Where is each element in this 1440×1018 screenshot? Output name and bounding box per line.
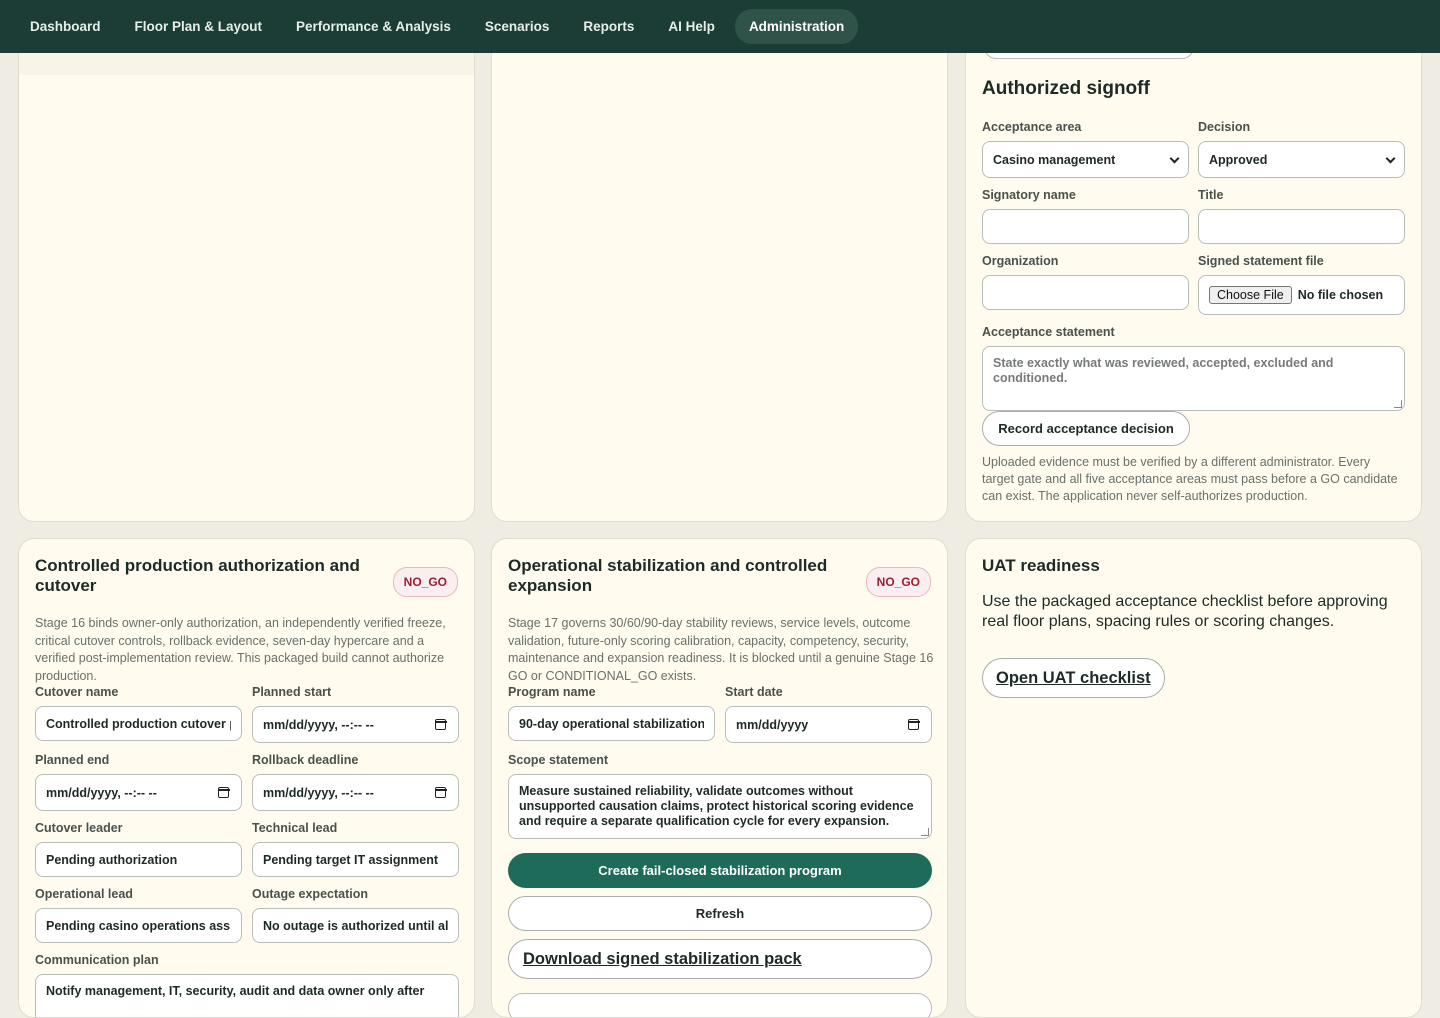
planned-start-label: Planned start <box>252 685 332 699</box>
resize-handle-icon[interactable] <box>1394 400 1402 408</box>
signatory-input[interactable] <box>982 209 1189 244</box>
rollback-deadline-label: Rollback deadline <box>252 753 359 767</box>
calendar-icon[interactable] <box>907 718 920 730</box>
statement-textarea[interactable]: State exactly what was reviewed, accepte… <box>982 346 1405 411</box>
communication-plan-label: Communication plan <box>35 953 159 967</box>
uat-card: UAT readiness Use the packaged acceptanc… <box>965 538 1422 1018</box>
uat-text: Use the packaged acceptance checklist be… <box>982 593 1388 630</box>
decision-label: Decision <box>1198 120 1251 134</box>
file-input[interactable]: Choose File No file chosen <box>1198 275 1405 315</box>
stabilization-status-badge: NO_GO <box>865 567 931 597</box>
scope-statement-textarea[interactable]: Measure sustained reliability, validate … <box>508 774 932 839</box>
stabilization-card: Operational stabilization and controlled… <box>491 538 948 1018</box>
start-date-input[interactable]: mm/dd/yyyy <box>725 706 932 743</box>
outage-expectation-input[interactable]: No outage is authorized until all <box>252 908 459 943</box>
download-pack-link[interactable]: Download signed stabilization pack <box>508 939 932 979</box>
calendar-icon[interactable] <box>434 718 447 730</box>
cutover-status-badge: NO_GO <box>392 567 458 597</box>
outage-expectation-label: Outage expectation <box>252 887 368 901</box>
nav-floor-plan[interactable]: Floor Plan & Layout <box>121 9 277 44</box>
start-date-label: Start date <box>725 685 783 699</box>
nav-ai-help[interactable]: AI Help <box>654 9 729 44</box>
planned-end-label: Planned end <box>35 753 110 767</box>
program-name-label: Program name <box>508 685 596 699</box>
acceptance-area-label: Acceptance area <box>982 120 1082 134</box>
blank-card-left <box>18 20 475 522</box>
title-label: Title <box>1198 188 1224 202</box>
signatory-label: Signatory name <box>982 188 1076 202</box>
resize-handle-icon[interactable] <box>921 828 929 836</box>
technical-lead-label: Technical lead <box>252 821 338 835</box>
nav-dashboard[interactable]: Dashboard <box>16 9 115 44</box>
acceptance-area-select[interactable]: Casino management <box>982 141 1189 178</box>
signoff-note: Uploaded evidence must be verified by a … <box>982 455 1398 503</box>
cutover-name-input[interactable]: Controlled production cutover p <box>35 706 242 741</box>
top-nav: Dashboard Floor Plan & Layout Performanc… <box>0 0 1440 53</box>
calendar-icon[interactable] <box>217 786 230 798</box>
cutover-description: Stage 16 binds owner-only authorization,… <box>35 616 446 683</box>
record-acceptance-button[interactable]: Record acceptance decision <box>982 411 1190 446</box>
cutover-title: Controlled production authorization and … <box>35 556 360 595</box>
rollback-deadline-input[interactable]: mm/dd/yyyy, --:-- -- <box>252 774 459 811</box>
chevron-down-icon <box>1385 153 1396 163</box>
stabilization-description: Stage 17 governs 30/60/90-day stability … <box>508 616 934 683</box>
nav-administration[interactable]: Administration <box>734 9 859 44</box>
operational-lead-input[interactable]: Pending casino operations assig <box>35 908 242 943</box>
planned-start-input[interactable]: mm/dd/yyyy, --:-- -- <box>252 706 459 743</box>
technical-lead-input[interactable]: Pending target IT assignment <box>252 842 459 877</box>
scope-statement-label: Scope statement <box>508 753 609 767</box>
create-program-button[interactable]: Create fail-closed stabilization program <box>508 853 932 888</box>
operational-lead-label: Operational lead <box>35 887 133 901</box>
planned-end-input[interactable]: mm/dd/yyyy, --:-- -- <box>35 774 242 811</box>
statement-label: Acceptance statement <box>982 325 1115 339</box>
nav-scenarios[interactable]: Scenarios <box>471 9 564 44</box>
calendar-icon[interactable] <box>434 786 447 798</box>
blank-card-middle <box>491 20 948 522</box>
cutover-name-label: Cutover name <box>35 685 119 699</box>
program-name-input[interactable]: 90-day operational stabilization <box>508 706 715 741</box>
signoff-card: Authorized signoff Acceptance area Casin… <box>965 20 1422 522</box>
uat-title: UAT readiness <box>982 556 1100 575</box>
cutover-leader-input[interactable]: Pending authorization <box>35 842 242 877</box>
chevron-down-icon <box>1169 153 1180 163</box>
nav-performance[interactable]: Performance & Analysis <box>282 9 465 44</box>
organization-label: Organization <box>982 254 1059 268</box>
choose-file-button[interactable]: Choose File <box>1209 286 1292 304</box>
file-label: Signed statement file <box>1198 254 1324 268</box>
nav-reports[interactable]: Reports <box>569 9 648 44</box>
decision-select[interactable]: Approved <box>1198 141 1405 178</box>
refresh-button[interactable]: Refresh <box>508 896 932 931</box>
stabilization-title: Operational stabilization and controlled… <box>508 556 828 595</box>
organization-input[interactable] <box>982 275 1189 310</box>
communication-plan-textarea[interactable]: Notify management, IT, security, audit a… <box>35 974 459 1017</box>
cutover-leader-label: Cutover leader <box>35 821 123 835</box>
title-input[interactable] <box>1198 209 1405 244</box>
open-uat-checklist-link[interactable]: Open UAT checklist <box>982 658 1165 698</box>
signoff-title: Authorized signoff <box>982 78 1150 99</box>
cutover-card: Controlled production authorization and … <box>18 538 475 1018</box>
partial-button-bottom[interactable] <box>508 993 932 1017</box>
file-status: No file chosen <box>1297 288 1384 302</box>
